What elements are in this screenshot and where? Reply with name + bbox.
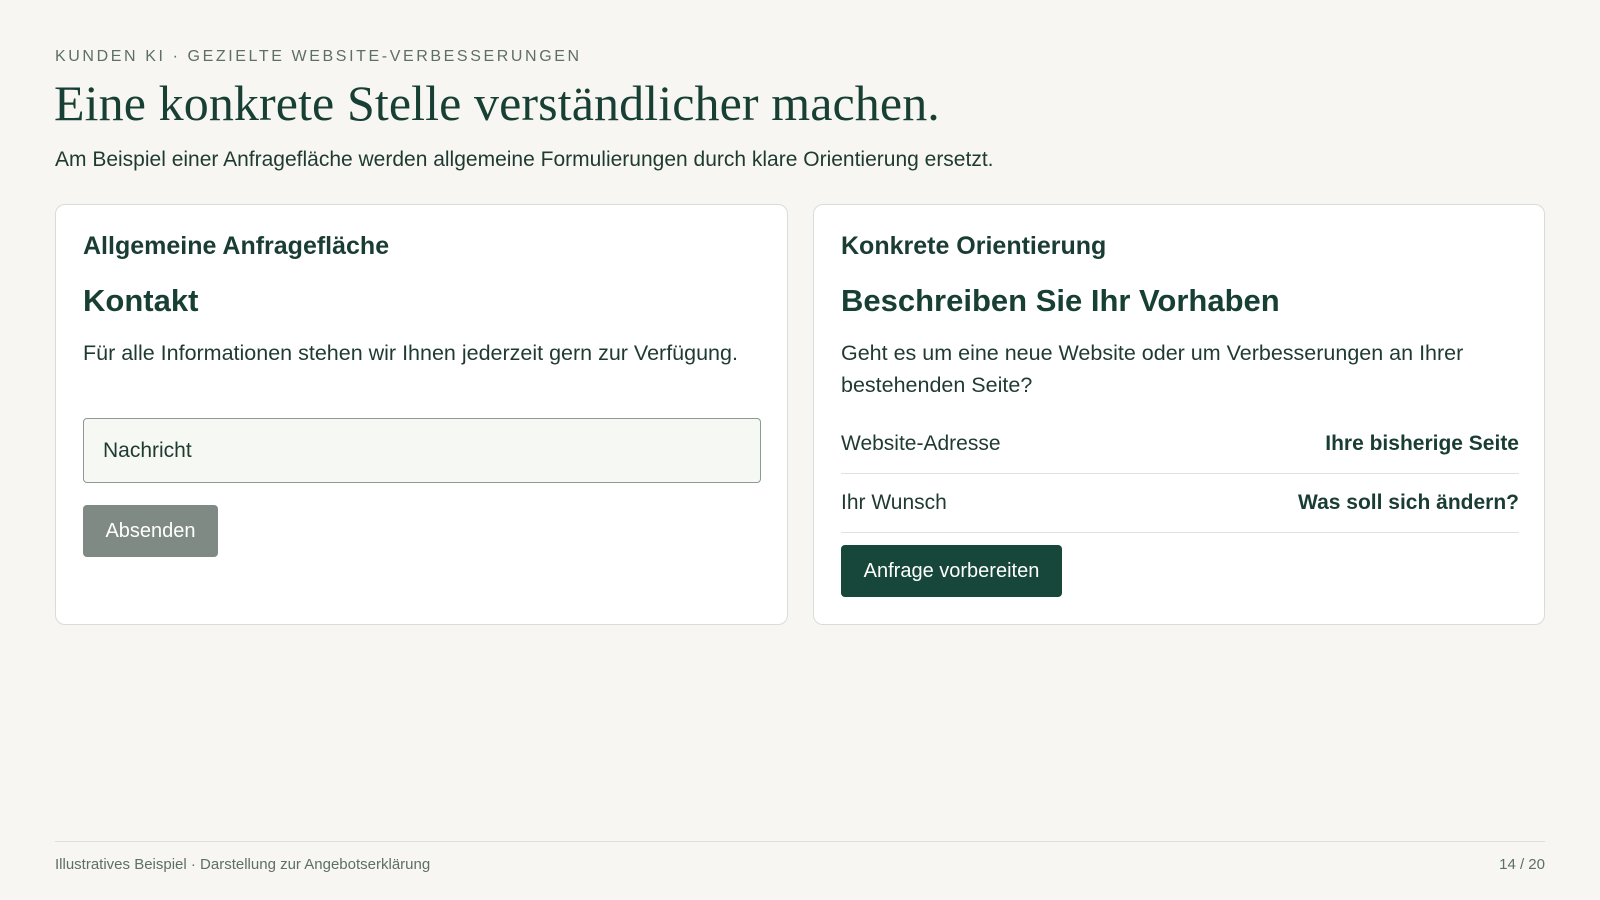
specific-guidance-card: Konkrete Orientierung Beschreiben Sie Ih… [813, 204, 1545, 625]
wish-field[interactable]: Ihr Wunsch Was soll sich ändern? [841, 474, 1519, 533]
field-value: Ihre bisherige Seite [1325, 432, 1519, 455]
card-title: Beschreiben Sie Ihr Vorhaben [841, 283, 1280, 318]
footer-note: Illustratives Beispiel · Darstellung zur… [55, 856, 431, 873]
card-title: Kontakt [83, 283, 199, 318]
footer-divider [55, 841, 1545, 842]
website-address-field[interactable]: Website-Adresse Ihre bisherige Seite [841, 415, 1519, 474]
field-value: Was soll sich ändern? [1298, 491, 1519, 514]
page-title: Eine konkrete Stelle verständlicher mach… [54, 75, 940, 131]
prepare-request-button[interactable]: Anfrage vorbereiten [841, 545, 1062, 597]
card-description: Geht es um eine neue Website oder um Ver… [841, 341, 1464, 397]
card-heading: Allgemeine Anfragefläche [83, 232, 390, 260]
eyebrow-label: KUNDEN KI · GEZIELTE WEBSITE-VERBESSERUN… [55, 48, 582, 65]
send-button[interactable]: Absenden [83, 505, 218, 557]
generic-contact-card: Allgemeine Anfragefläche Kontakt Für all… [55, 204, 788, 625]
page-indicator: 14 / 20 [1499, 856, 1545, 873]
slide: KUNDEN KI · GEZIELTE WEBSITE-VERBESSERUN… [0, 0, 1600, 900]
card-heading: Konkrete Orientierung [841, 232, 1107, 260]
field-label: Website-Adresse [841, 432, 1001, 455]
field-label: Ihr Wunsch [841, 491, 947, 514]
page-subtitle: Am Beispiel einer Anfragefläche werden a… [55, 148, 994, 171]
card-description: Für alle Informationen stehen wir Ihnen … [83, 341, 738, 365]
message-input[interactable] [83, 418, 761, 483]
